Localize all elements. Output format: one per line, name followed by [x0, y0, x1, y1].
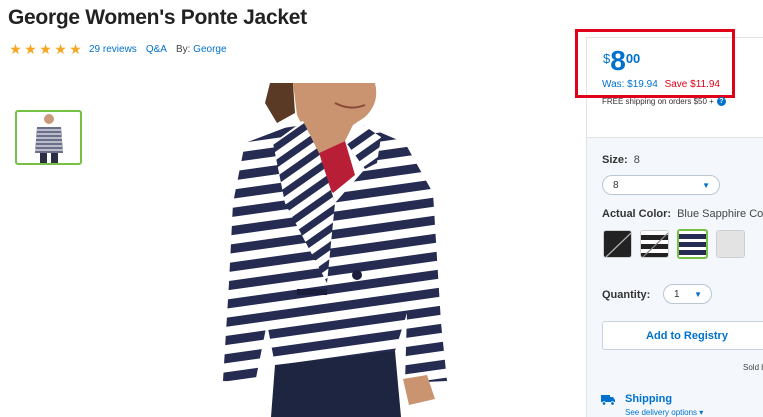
product-title: George Women's Ponte Jacket: [8, 6, 307, 29]
size-label: Size:: [602, 154, 628, 166]
star-icon: ★: [39, 41, 52, 57]
brand-byline: By: George: [176, 44, 227, 55]
delivery-options-link[interactable]: See delivery options ▾: [625, 408, 703, 417]
qa-link[interactable]: Q&A: [146, 44, 167, 55]
size-label-row: Size: 8: [602, 154, 640, 166]
add-to-registry-button[interactable]: Add to Registry: [602, 321, 763, 350]
reviews-link[interactable]: 29 reviews: [89, 44, 137, 55]
quantity-select-value: 1: [674, 288, 680, 300]
free-shipping-note: FREE shipping on orders $50 + ?: [602, 97, 726, 106]
product-image[interactable]: [215, 83, 460, 417]
size-value: 8: [633, 154, 640, 166]
color-label: Actual Color:: [602, 208, 672, 220]
color-swatch-black[interactable]: [603, 230, 632, 258]
chevron-down-icon: ▼: [694, 289, 702, 299]
size-select-value: 8: [613, 179, 619, 191]
quantity-select[interactable]: 1 ▼: [663, 284, 712, 304]
quantity-label: Quantity:: [602, 289, 651, 301]
color-swatch-light-gray[interactable]: [716, 230, 745, 258]
color-value: Blue Sapphire Co: [677, 208, 763, 220]
product-meta: ★ ★ ★ ★ ★ 29 reviews Q&A By: George: [8, 42, 227, 56]
size-select[interactable]: 8 ▼: [602, 175, 720, 195]
free-shipping-text: FREE shipping on orders $50 +: [602, 97, 714, 106]
color-label-row: Actual Color: Blue Sapphire Co: [602, 208, 763, 220]
star-icon: ★: [69, 41, 82, 57]
brand-link[interactable]: George: [193, 44, 226, 55]
star-icon: ★: [24, 41, 37, 57]
chevron-down-icon: ▼: [702, 180, 710, 190]
sold-by-text: Sold b: [743, 363, 763, 372]
info-icon[interactable]: ?: [716, 97, 726, 106]
shipping-title: Shipping: [625, 393, 673, 405]
star-icon: ★: [54, 41, 67, 57]
truck-icon: [601, 393, 616, 411]
color-swatch-black-white-stripe[interactable]: [640, 230, 669, 258]
shipping-row: Shipping See delivery options ▾: [601, 393, 703, 417]
star-icon: ★: [9, 41, 22, 57]
by-label: By:: [175, 43, 191, 55]
product-thumbnail[interactable]: [15, 110, 82, 165]
price-highlight-box: [575, 29, 735, 98]
rating-stars[interactable]: ★ ★ ★ ★ ★: [8, 42, 83, 56]
color-swatch-blue-sapphire-stripe[interactable]: [677, 229, 708, 259]
